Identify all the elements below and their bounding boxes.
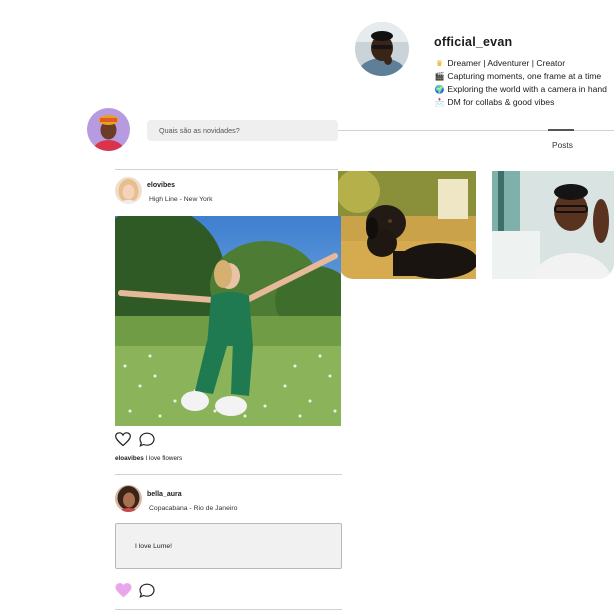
post-location: High Line - New York [149,196,213,203]
post-divider [115,609,342,610]
post-author-avatar[interactable] [115,177,142,204]
clapperboard-icon: 🎬 [434,72,445,81]
post-author-name[interactable]: bella_aura [147,491,182,498]
tab-posts-indicator [548,129,574,131]
post-image[interactable] [115,216,341,426]
crown-icon: ♛ [435,59,444,68]
post-divider [115,474,342,475]
bio-text: Exploring the world with a camera in han… [447,84,607,94]
man-photo [492,171,614,279]
heart-filled-icon[interactable] [115,583,132,598]
post-caption: eloavibes I love flowers [115,455,182,462]
grid-post-dog[interactable] [338,171,476,279]
grid-post-man[interactable] [492,171,614,279]
caption-text: I love flowers [145,455,183,462]
bio-line: 📩 DM for collabs & good vibes [434,96,607,109]
text-post-card[interactable]: I love Lume! [115,523,342,569]
current-user-avatar[interactable] [87,108,130,151]
caption-username[interactable]: eloavibes [115,455,144,462]
compose-placeholder: Quais são as novidades? [159,126,240,135]
heart-icon[interactable] [115,432,131,447]
globe-icon: 🌍 [434,85,445,94]
tab-posts[interactable]: Posts [552,140,573,150]
bio-text: Capturing moments, one frame at a time [447,71,602,81]
feed-top-divider [115,169,338,170]
bio-text: DM for collabs & good vibes [447,97,555,107]
post-location: Copacabana - Rio de Janeiro [149,505,238,512]
bio-text: Dreamer | Adventurer | Creator [447,58,566,68]
bio-line: 🌍 Exploring the world with a camera in h… [434,83,607,96]
compose-input[interactable]: Quais são as novidades? [147,120,338,141]
profile-avatar[interactable] [355,22,409,76]
comment-icon[interactable] [139,583,155,598]
text-post-content: I love Lume! [135,542,173,550]
post-author-avatar[interactable] [115,485,142,512]
mailbox-icon: 📩 [434,98,445,107]
bio-line: ♛ Dreamer | Adventurer | Creator [434,57,607,70]
post-author-name[interactable]: elovibes [147,182,175,189]
profile-bio: ♛ Dreamer | Adventurer | Creator 🎬 Captu… [434,57,607,109]
dog-photo [338,171,476,279]
comment-icon[interactable] [139,432,155,447]
bio-line: 🎬 Capturing moments, one frame at a time [434,70,607,83]
woman-in-field-photo [115,216,341,426]
profile-username: official_evan [434,35,513,49]
